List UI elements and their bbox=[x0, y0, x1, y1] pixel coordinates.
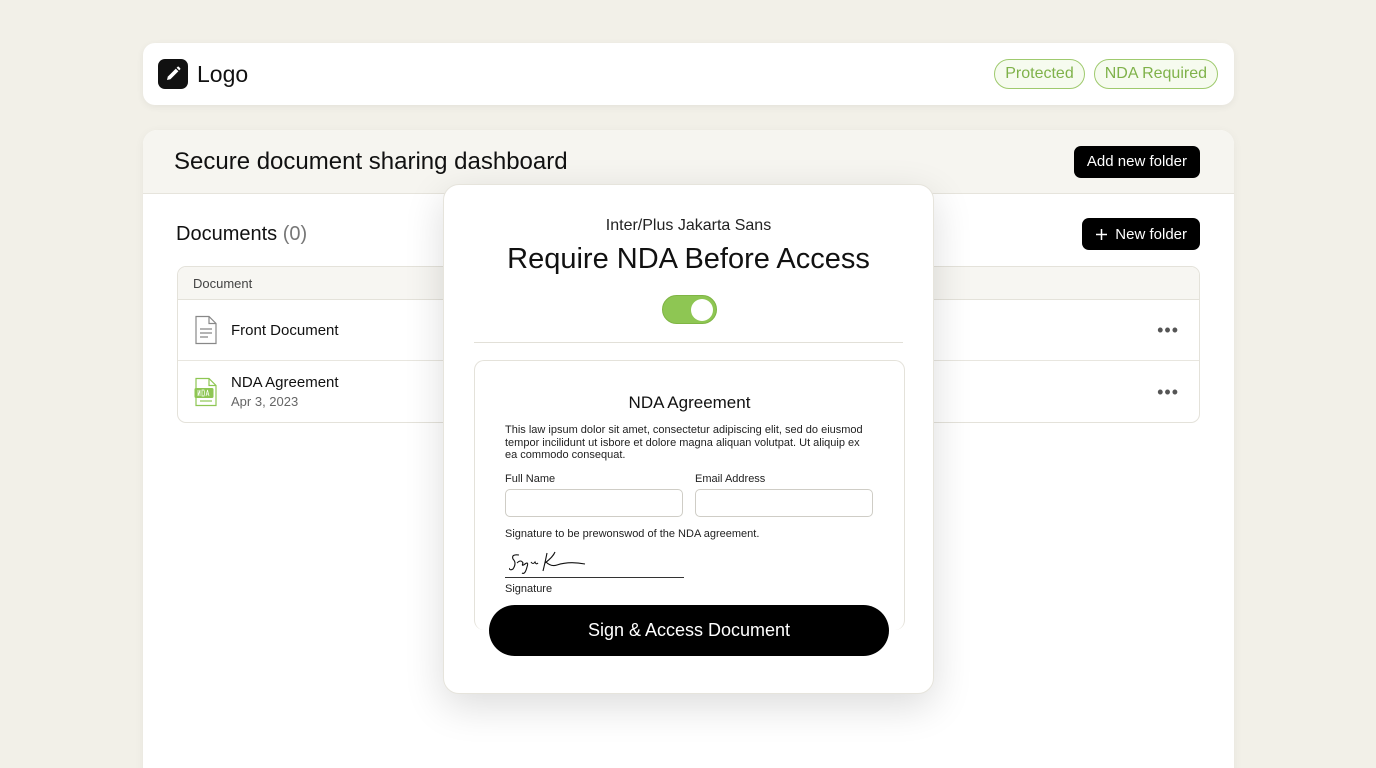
modal-subtitle: Inter/Plus Jakarta Sans bbox=[605, 217, 772, 234]
add-new-folder-label: Add new folder bbox=[1086, 153, 1187, 170]
row-text: NDA Agreement Apr 3, 2023 bbox=[231, 374, 339, 409]
nda-modal: Inter/Plus Jakarta Sans Require NDA Befo… bbox=[443, 184, 934, 694]
plus-icon bbox=[1096, 228, 1108, 240]
top-header: Logo Protected NDA Required bbox=[143, 43, 1234, 105]
status-tags: Protected NDA Required bbox=[994, 59, 1218, 89]
logo-text: Logo bbox=[197, 60, 249, 87]
brand[interactable]: Logo bbox=[158, 59, 248, 89]
signature-scribble[interactable] bbox=[509, 549, 589, 577]
document-icon bbox=[195, 315, 217, 345]
toggle-knob bbox=[691, 298, 713, 321]
column-header-document: Document bbox=[193, 275, 253, 291]
modal-title: Require NDA Before Access bbox=[507, 243, 870, 275]
documents-title-text: Documents bbox=[176, 222, 278, 245]
email-label: Email Address bbox=[695, 473, 766, 485]
full-name-label: Full Name bbox=[505, 473, 556, 485]
more-options-icon[interactable]: ••• bbox=[1157, 383, 1179, 401]
sign-access-document-button[interactable]: Sign & Access Document bbox=[489, 605, 889, 656]
nda-file-icon bbox=[194, 377, 217, 406]
row-name: Front Document bbox=[231, 321, 339, 339]
signature-line bbox=[505, 577, 684, 578]
nda-body-text: This law ipsum dolor sit amet, consectet… bbox=[505, 424, 863, 461]
require-nda-toggle[interactable] bbox=[662, 295, 717, 324]
documents-count: (0) bbox=[282, 222, 308, 245]
sign-access-label: Sign & Access Document bbox=[587, 620, 791, 640]
nda-agreement-card: NDA Agreement This law ipsum dolor sit a… bbox=[474, 360, 905, 630]
signature-note: Signature to be prewonswod of the NDA ag… bbox=[505, 528, 760, 540]
new-folder-label: New folder bbox=[1115, 225, 1187, 243]
email-address-input[interactable] bbox=[695, 489, 873, 517]
signature-label: Signature bbox=[505, 583, 553, 595]
more-options-icon[interactable]: ••• bbox=[1157, 321, 1179, 339]
row-date: Apr 3, 2023 bbox=[231, 394, 299, 409]
new-folder-button[interactable]: New folder bbox=[1082, 218, 1200, 250]
row-text: Front Document bbox=[231, 322, 339, 339]
page-title: Secure document sharing dashboard bbox=[174, 147, 568, 175]
nda-title: NDA Agreement bbox=[628, 393, 751, 412]
full-name-input[interactable] bbox=[505, 489, 683, 517]
documents-title: Documents (0) bbox=[176, 223, 307, 246]
add-new-folder-button[interactable]: Add new folder bbox=[1073, 145, 1200, 178]
nda-required-badge: NDA Required bbox=[1093, 59, 1218, 89]
divider bbox=[474, 342, 903, 343]
row-name: NDA Agreement bbox=[231, 374, 339, 391]
pencil-icon bbox=[158, 59, 188, 89]
protected-badge: Protected bbox=[994, 59, 1085, 89]
